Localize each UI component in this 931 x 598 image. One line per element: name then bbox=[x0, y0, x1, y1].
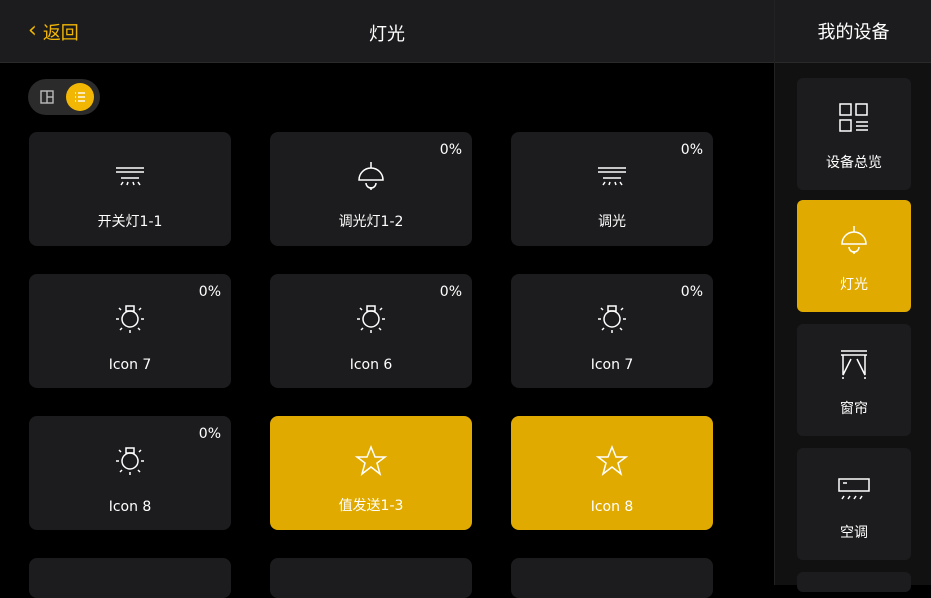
brightness-percent: 0% bbox=[680, 142, 703, 158]
pendant-lamp-icon bbox=[836, 222, 872, 258]
sidebar-item-curtain[interactable]: 窗帘 bbox=[797, 324, 911, 436]
device-card[interactable]: Icon 8 bbox=[511, 416, 713, 530]
device-card[interactable]: 值发送1-3 bbox=[270, 416, 472, 530]
device-card[interactable]: 0% 调光灯1-2 bbox=[270, 132, 472, 246]
device-card[interactable]: 0% Icon 6 bbox=[270, 274, 472, 388]
sidebar-item-label: 窗帘 bbox=[840, 401, 868, 417]
light-bulb-icon bbox=[351, 299, 391, 339]
light-bulb-icon bbox=[110, 299, 150, 339]
brightness-percent: 0% bbox=[198, 284, 221, 300]
sidebar-title: 我的设备 bbox=[775, 0, 931, 63]
sidebar-item-lighting[interactable]: 灯光 bbox=[797, 200, 911, 312]
device-label: Icon 7 bbox=[590, 357, 634, 373]
sidebar-item-ac[interactable]: 空调 bbox=[797, 448, 911, 560]
device-card[interactable]: 开关灯1-1 bbox=[29, 132, 231, 246]
device-card[interactable]: 0% Icon 8 bbox=[29, 416, 231, 530]
device-label: Icon 8 bbox=[108, 499, 152, 515]
dashboard-icon bbox=[836, 100, 872, 136]
curtain-icon bbox=[836, 346, 872, 382]
brightness-percent: 0% bbox=[680, 284, 703, 300]
device-card[interactable] bbox=[270, 558, 472, 598]
ceiling-light-icon bbox=[592, 157, 632, 197]
pendant-lamp-icon bbox=[351, 157, 391, 197]
sidebar-item-more[interactable] bbox=[797, 572, 911, 592]
device-card[interactable] bbox=[511, 558, 713, 598]
sidebar-item-overview[interactable]: 设备总览 bbox=[797, 78, 911, 190]
device-label: 调光灯1-2 bbox=[338, 214, 404, 230]
device-label: Icon 7 bbox=[108, 357, 152, 373]
device-card[interactable] bbox=[29, 558, 231, 598]
app-root: ‹ 返回 灯光 我的设备 设备总览 灯光 窗帘 空调 开关灯1-1 0% 调光灯… bbox=[0, 0, 931, 598]
top-bar: ‹ 返回 灯光 bbox=[0, 0, 774, 63]
light-bulb-icon bbox=[592, 299, 632, 339]
device-label: 值发送1-3 bbox=[338, 498, 404, 514]
device-label: 开关灯1-1 bbox=[97, 214, 163, 230]
air-conditioner-icon bbox=[836, 470, 872, 506]
ceiling-light-icon bbox=[110, 157, 150, 197]
sidebar-item-label: 灯光 bbox=[840, 277, 868, 293]
device-grid: 开关灯1-1 0% 调光灯1-2 0% 调光 0% Icon 7 0% Icon… bbox=[0, 62, 774, 598]
device-label: 调光 bbox=[598, 214, 626, 230]
star-icon bbox=[351, 441, 391, 481]
device-sidebar: 我的设备 设备总览 灯光 窗帘 空调 bbox=[774, 0, 931, 592]
brightness-percent: 0% bbox=[439, 284, 462, 300]
brightness-percent: 0% bbox=[439, 142, 462, 158]
sidebar-item-label: 设备总览 bbox=[826, 155, 882, 171]
device-card[interactable]: 0% 调光 bbox=[511, 132, 713, 246]
light-bulb-icon bbox=[110, 441, 150, 481]
device-label: Icon 8 bbox=[590, 499, 634, 515]
device-card[interactable]: 0% Icon 7 bbox=[29, 274, 231, 388]
brightness-percent: 0% bbox=[198, 426, 221, 442]
page-title: 灯光 bbox=[369, 24, 405, 45]
star-icon bbox=[592, 441, 632, 481]
device-card[interactable]: 0% Icon 7 bbox=[511, 274, 713, 388]
device-label: Icon 6 bbox=[349, 357, 393, 373]
sidebar-item-label: 空调 bbox=[840, 525, 868, 541]
